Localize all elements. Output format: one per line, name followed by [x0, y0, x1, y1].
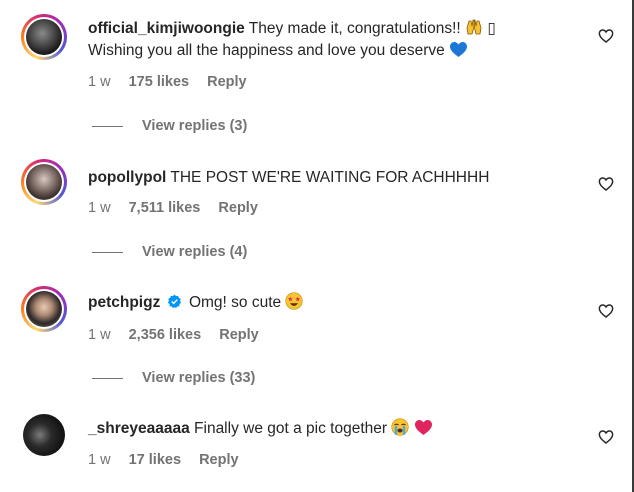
comment-age: 1 w: [88, 327, 111, 343]
comment-text: They made it, congratulations!!: [248, 20, 461, 37]
heart-outline-icon[interactable]: [598, 28, 614, 44]
heart-outline-icon[interactable]: [598, 303, 614, 319]
replies-divider: [92, 251, 123, 253]
comment-username[interactable]: petchpigz: [88, 294, 160, 311]
comment-age: 1 w: [88, 452, 111, 468]
view-replies-button[interactable]: View replies (3): [92, 118, 247, 134]
comment-username[interactable]: official_kimjiwoongie: [88, 20, 245, 37]
red-heart-emoji: [414, 420, 432, 435]
view-replies-button[interactable]: View replies (4): [92, 244, 247, 260]
avatar[interactable]: [21, 14, 67, 60]
avatar[interactable]: [21, 286, 67, 332]
heart-outline-icon[interactable]: [598, 176, 614, 192]
view-replies-label: View replies (3): [142, 118, 248, 134]
comment-text-line2: Wishing you all the happiness and love y…: [88, 42, 445, 59]
crying-face-emoji: [391, 418, 409, 436]
comment-text: THE POST WE'RE WAITING FOR ACHHHHH: [170, 169, 490, 186]
heart-outline-icon[interactable]: [598, 429, 614, 445]
reply-button[interactable]: Reply: [219, 327, 259, 343]
reply-button[interactable]: Reply: [207, 74, 247, 90]
comment-text: Omg! so cute: [188, 294, 282, 311]
replies-divider: [92, 377, 123, 379]
reply-button[interactable]: Reply: [199, 452, 239, 468]
raising-hands-emoji: [466, 19, 482, 35]
avatar[interactable]: [21, 159, 67, 205]
likes-count[interactable]: 175 likes: [129, 74, 189, 90]
missing-glyph: ▯: [487, 20, 496, 37]
avatar[interactable]: [21, 412, 67, 458]
view-replies-label: View replies (4): [142, 244, 248, 260]
star-struck-emoji: [285, 292, 304, 310]
replies-divider: [92, 125, 123, 127]
comment-age: 1 w: [88, 74, 111, 90]
likes-count[interactable]: 2,356 likes: [129, 327, 202, 343]
blue-heart-emoji: [450, 42, 468, 57]
verified-badge-icon: [167, 294, 181, 309]
reply-button[interactable]: Reply: [218, 200, 258, 216]
likes-count[interactable]: 17 likes: [129, 452, 181, 468]
comment-username[interactable]: popollypol: [88, 169, 166, 186]
view-replies-label: View replies (33): [142, 370, 256, 386]
view-replies-button[interactable]: View replies (33): [92, 370, 255, 386]
comment-text: Finally we got a pic together: [194, 420, 388, 437]
comment-age: 1 w: [88, 200, 111, 216]
likes-count[interactable]: 7,511 likes: [129, 200, 201, 216]
comment-username[interactable]: _shreyeaaaaa: [88, 420, 190, 437]
